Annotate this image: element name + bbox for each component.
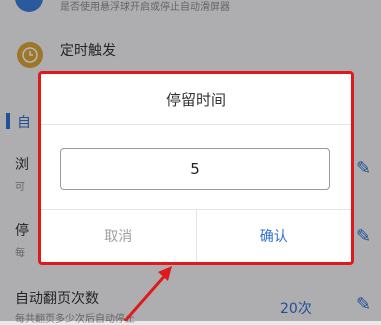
annotation-arrow-icon — [123, 266, 172, 321]
